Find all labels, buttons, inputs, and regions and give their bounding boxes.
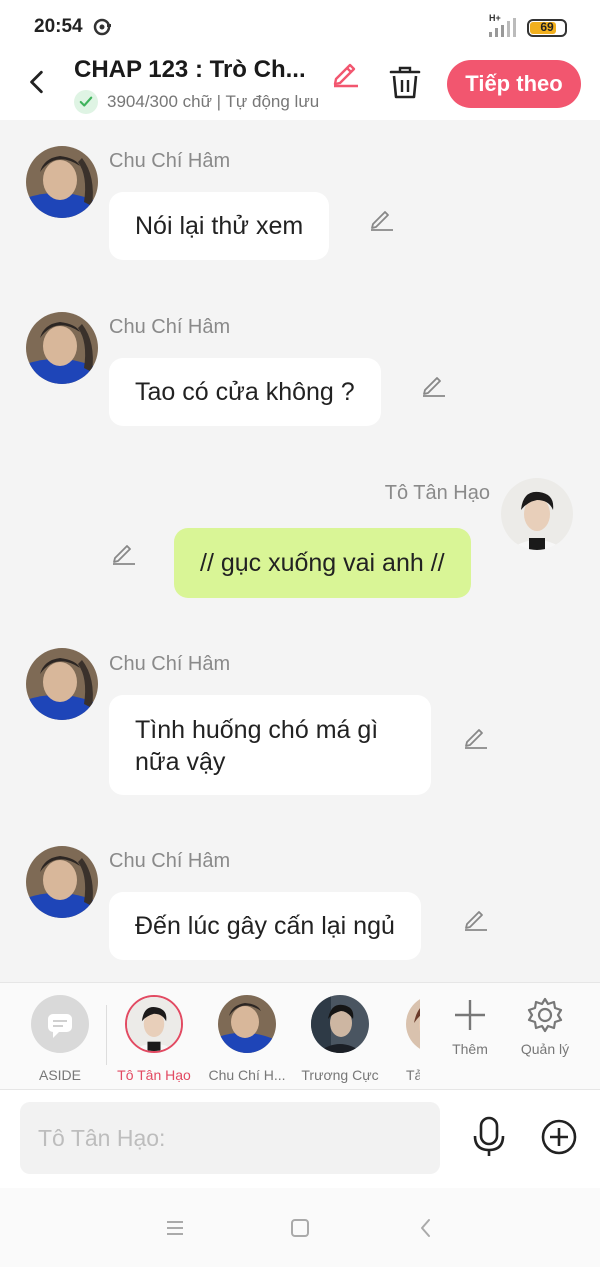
status-bar: 20:54 H+ 69 xyxy=(0,0,600,56)
chapter-title[interactable]: CHAP 123 : Trò Ch... xyxy=(74,56,306,84)
nav-back-icon[interactable] xyxy=(414,1216,438,1240)
message-bubble[interactable]: Nói lại thử xem xyxy=(109,192,330,260)
menu-icon[interactable] xyxy=(163,1216,187,1240)
edit-message-pencil-icon[interactable] xyxy=(420,370,448,398)
character-ta[interactable]: Tả xyxy=(388,995,420,1083)
back-button[interactable] xyxy=(20,62,54,102)
character-label: Tả xyxy=(406,1067,420,1083)
message-sender: Chu Chí Hâm xyxy=(109,316,231,338)
add-character-button[interactable]: Thêm xyxy=(434,995,506,1057)
manage-button[interactable]: Quản lý xyxy=(509,995,581,1057)
message-input[interactable] xyxy=(20,1102,440,1174)
avatar xyxy=(125,995,183,1053)
back-icon xyxy=(30,70,43,94)
battery-level: 69 xyxy=(540,20,554,34)
character-bar: ASIDE Tô Tân Hạo Chu Chí H... Trương Cực… xyxy=(0,982,600,1090)
avatar xyxy=(218,995,276,1053)
trash-icon[interactable] xyxy=(388,64,422,100)
character-label: Chu Chí H... xyxy=(208,1067,286,1083)
avatar xyxy=(311,995,369,1053)
character-aside[interactable]: ASIDE xyxy=(15,995,105,1083)
message-bubble[interactable]: // gục xuống vai anh // xyxy=(174,528,471,598)
message-sender: Chu Chí Hâm xyxy=(109,850,231,872)
save-status: 3904/300 chữ | Tự động lưu xyxy=(74,90,319,114)
editor-header: CHAP 123 : Trò Ch... 3904/300 chữ | Tự đ… xyxy=(0,56,600,120)
battery-icon: 69 xyxy=(527,19,567,37)
message-sender: Chu Chí Hâm xyxy=(109,150,231,172)
character-label: Tô Tân Hạo xyxy=(117,1067,191,1083)
mic-icon[interactable] xyxy=(470,1116,508,1158)
avatar-chu-chi-ham[interactable] xyxy=(26,846,98,918)
character-truong-cuc[interactable]: Trương Cực xyxy=(295,995,385,1083)
status-time: 20:54 xyxy=(34,16,83,37)
avatar-chu-chi-ham[interactable] xyxy=(26,312,98,384)
divider xyxy=(106,1005,107,1065)
edit-message-pencil-icon[interactable] xyxy=(462,904,490,932)
signal-icon: H+ xyxy=(487,13,521,38)
message-sender: Chu Chí Hâm xyxy=(109,653,231,675)
system-nav-bar xyxy=(0,1188,600,1267)
sync-icon xyxy=(93,18,111,36)
message-bubble[interactable]: Đến lúc gây cấn lại ngủ xyxy=(109,892,421,960)
message-sender: Tô Tân Hạo xyxy=(384,482,490,504)
chat-area[interactable]: Chu Chí Hâm Nói lại thử xem Chu Chí Hâm … xyxy=(0,120,600,982)
home-icon[interactable] xyxy=(288,1216,312,1240)
add-label: Thêm xyxy=(452,1041,488,1057)
manage-label: Quản lý xyxy=(520,1041,570,1057)
avatar-to-tan-hao[interactable] xyxy=(501,478,573,550)
gear-icon xyxy=(527,997,563,1033)
plus-circle-icon[interactable] xyxy=(540,1118,578,1156)
input-bar xyxy=(0,1090,600,1188)
avatar-chu-chi-ham[interactable] xyxy=(26,146,98,218)
plus-icon xyxy=(455,1000,485,1030)
character-label: ASIDE xyxy=(38,1067,81,1083)
edit-title-pencil-icon[interactable] xyxy=(330,56,362,88)
message-bubble[interactable]: Tao có cửa không ? xyxy=(109,358,381,426)
word-count-label: 3904/300 chữ | Tự động lưu xyxy=(107,92,320,111)
edit-message-pencil-icon[interactable] xyxy=(368,204,396,232)
edit-message-pencil-icon[interactable] xyxy=(462,722,490,750)
character-label: Trương Cực xyxy=(301,1067,379,1083)
aside-icon xyxy=(31,995,89,1053)
next-button[interactable]: Tiếp theo xyxy=(447,60,581,108)
edit-message-pencil-icon[interactable] xyxy=(110,538,138,566)
avatar-chu-chi-ham[interactable] xyxy=(26,648,98,720)
avatar xyxy=(406,995,420,1053)
character-chu-chi-ham[interactable]: Chu Chí H... xyxy=(202,995,292,1083)
message-bubble[interactable]: Tình huống chó má gì nữa vậy xyxy=(109,695,431,795)
check-icon xyxy=(74,90,98,114)
character-to-tan-hao[interactable]: Tô Tân Hạo xyxy=(109,995,199,1083)
